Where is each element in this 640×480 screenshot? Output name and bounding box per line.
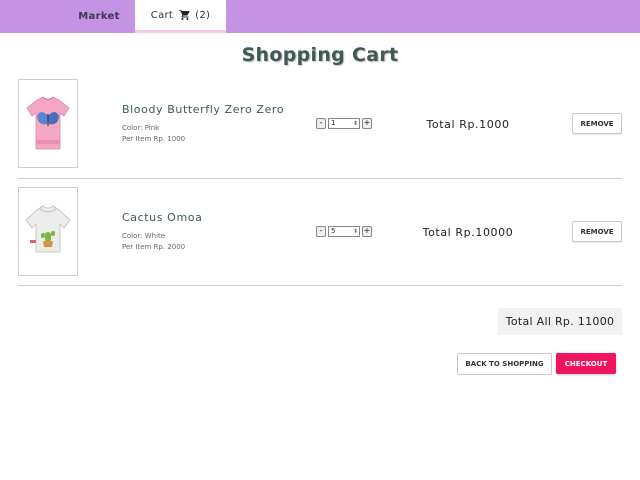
quantity-value: 5 <box>331 227 336 235</box>
remove-button[interactable]: REMOVE <box>572 113 622 134</box>
product-thumbnail[interactable] <box>18 187 78 276</box>
decrease-quantity-button[interactable]: - <box>316 118 326 129</box>
row-divider <box>18 178 622 179</box>
row-total: Total Rp.10000 <box>422 226 514 239</box>
tshirt-image <box>26 96 70 149</box>
increase-quantity-button[interactable]: + <box>362 118 372 129</box>
decrease-quantity-button[interactable]: - <box>316 226 326 237</box>
remove-button[interactable]: REMOVE <box>572 221 622 242</box>
checkout-button[interactable]: CHECKOUT <box>556 353 616 374</box>
tshirt-image <box>25 205 71 252</box>
row-total: Total Rp.1000 <box>426 118 510 131</box>
nav-tab-cart[interactable]: Cart (2) <box>135 0 226 33</box>
quantity-value: 1 <box>331 119 336 127</box>
grand-total: Total All Rp. 11000 <box>498 308 622 335</box>
nav-cart-label: Cart <box>150 9 174 21</box>
nav-market-label: Market <box>78 11 120 22</box>
increase-quantity-button[interactable]: + <box>362 226 372 237</box>
spinner-arrows-icon[interactable]: ⬍ <box>353 119 358 128</box>
cart-row: Bloody Butterfly Zero Zero Color: Pink P… <box>18 79 622 177</box>
quantity-stepper: - 5 ⬍ + <box>316 226 372 237</box>
product-color: Color: Pink <box>122 124 160 132</box>
spinner-arrows-icon[interactable]: ⬍ <box>353 227 358 236</box>
product-name: Cactus Omoa <box>122 211 203 224</box>
nav-tab-market[interactable]: Market <box>64 0 134 33</box>
row-divider <box>18 285 622 286</box>
product-unit-price: Per Item Rp. 2000 <box>122 243 186 251</box>
product-name: Bloody Butterfly Zero Zero <box>122 103 285 116</box>
cart-count-badge: (2) <box>195 9 211 21</box>
product-unit-price: Per Item Rp. 1000 <box>122 135 186 143</box>
shopping-cart-icon <box>179 10 190 20</box>
top-navbar: Market Cart (2) <box>0 0 640 33</box>
quantity-stepper: - 1 ⬍ + <box>316 118 372 129</box>
quantity-input[interactable]: 1 ⬍ <box>328 118 360 129</box>
quantity-input[interactable]: 5 ⬍ <box>328 226 360 237</box>
product-color: Color: White <box>122 232 166 240</box>
cart-row: Cactus Omoa Color: White Per Item Rp. 20… <box>18 187 622 285</box>
product-thumbnail[interactable] <box>18 79 78 168</box>
page-title: Shopping Cart <box>241 44 399 66</box>
back-to-shopping-button[interactable]: BACK TO SHOPPING <box>457 353 552 375</box>
